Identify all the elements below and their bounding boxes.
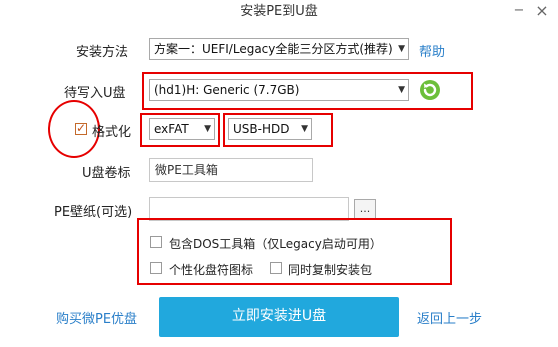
- target-disk-value: (hd1)H: Generic (7.7GB): [154, 83, 300, 97]
- window-title: 安装PE到U盘: [240, 4, 318, 19]
- format-label: 格式化: [92, 125, 132, 140]
- chevron-down-icon: ▼: [301, 124, 308, 134]
- install-method-value: 方案一：UEFI/Legacy全能三分区方式(推荐): [154, 42, 393, 56]
- wallpaper-label: PE壁纸(可选): [54, 205, 133, 220]
- chevron-down-icon: ▼: [204, 124, 211, 134]
- filesystem-value: exFAT: [154, 122, 189, 136]
- dos-toolbox-checkbox[interactable]: [150, 236, 162, 248]
- filesystem-select[interactable]: exFAT ▼: [149, 118, 215, 140]
- volume-label-input[interactable]: 微PE工具箱: [149, 158, 313, 182]
- custom-drive-icon-checkbox[interactable]: [150, 262, 162, 274]
- copy-installer-label: 同时复制安装包: [288, 263, 373, 277]
- buy-usb-link[interactable]: 购买微PE优盘: [56, 308, 137, 327]
- custom-drive-icon-label: 个性化盘符图标: [169, 263, 254, 277]
- dos-toolbox-label: 包含DOS工具箱（仅Legacy启动可用）: [169, 237, 382, 251]
- refresh-icon[interactable]: [419, 79, 441, 101]
- browse-button[interactable]: ...: [354, 199, 376, 219]
- volume-label-label: U盘卷标: [82, 166, 131, 181]
- minimize-button[interactable]: −: [510, 0, 528, 22]
- help-link[interactable]: 帮助: [419, 41, 445, 60]
- chevron-down-icon: ▼: [398, 44, 405, 54]
- boot-mode-value: USB-HDD: [233, 122, 290, 136]
- close-button[interactable]: ×: [533, 0, 551, 22]
- boot-mode-select[interactable]: USB-HDD ▼: [228, 118, 312, 140]
- chevron-down-icon: ▼: [398, 85, 405, 95]
- format-checkbox[interactable]: [75, 121, 87, 135]
- install-method-label: 安装方法: [76, 45, 129, 60]
- target-disk-label: 待写入U盘: [64, 86, 126, 101]
- copy-installer-checkbox[interactable]: [270, 262, 282, 274]
- install-button[interactable]: 立即安装进U盘: [159, 297, 399, 337]
- install-method-select[interactable]: 方案一：UEFI/Legacy全能三分区方式(推荐) ▼: [149, 38, 409, 60]
- target-disk-select[interactable]: (hd1)H: Generic (7.7GB) ▼: [149, 79, 409, 101]
- back-link[interactable]: 返回上一步: [417, 308, 482, 327]
